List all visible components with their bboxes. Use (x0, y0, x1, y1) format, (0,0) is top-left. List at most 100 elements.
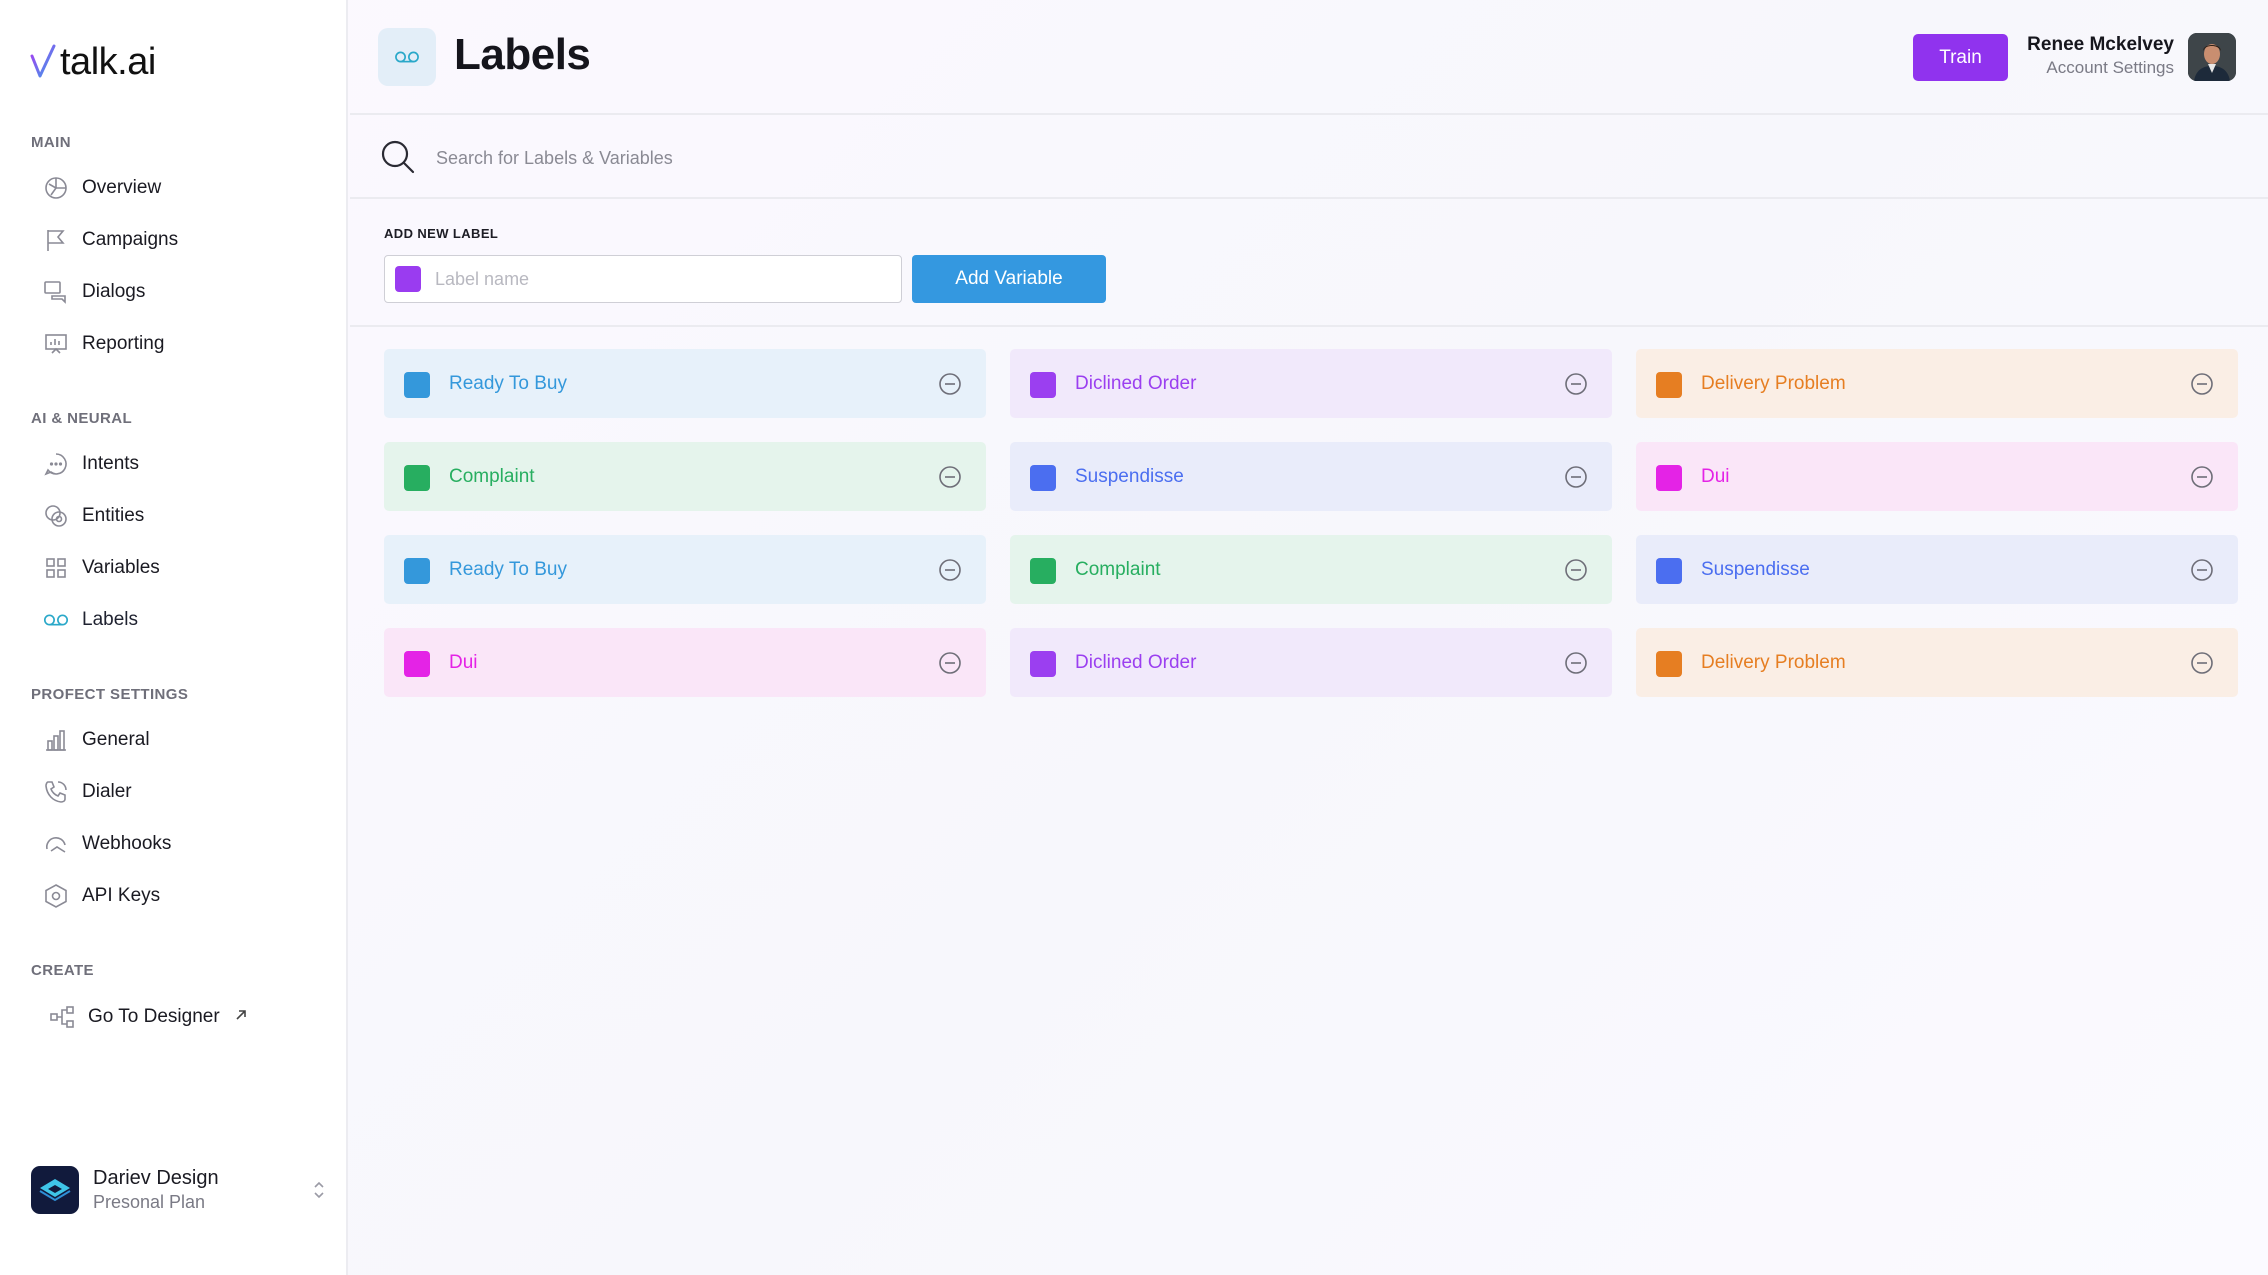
label-chip[interactable]: Ready To Buy (384, 535, 986, 604)
entities-icon (42, 502, 70, 530)
remove-circle-icon[interactable] (1564, 558, 1588, 582)
search-bar (350, 117, 2268, 199)
remove-circle-icon[interactable] (2190, 372, 2214, 396)
sidebar-item-reporting[interactable]: Reporting (42, 324, 164, 364)
pie-chart-icon (42, 174, 70, 202)
labels-grid: Ready To Buy Diclined Order Delivery Probl… (384, 349, 2238, 697)
label-color-picker[interactable] (395, 266, 421, 292)
sidebar-item-dialogs[interactable]: Dialogs (42, 272, 145, 312)
remove-circle-icon[interactable] (1564, 651, 1588, 675)
remove-circle-icon[interactable] (1564, 465, 1588, 489)
sidebar-item-api-keys[interactable]: API Keys (42, 876, 160, 916)
sidebar-item-overview[interactable]: Overview (42, 168, 161, 208)
workspace-logo (31, 1166, 79, 1214)
label-name: Dui (1701, 466, 1730, 487)
label-name: Complaint (449, 466, 535, 487)
label-chip[interactable]: Suspendisse (1010, 442, 1612, 511)
page-title: Labels (454, 30, 591, 79)
label-color-swatch (1656, 651, 1682, 677)
label-chip[interactable]: Delivery Problem (1636, 349, 2238, 418)
user-name[interactable]: Renee Mckelvey (2027, 34, 2174, 56)
label-name: Ready To Buy (449, 373, 567, 394)
label-chip[interactable]: Ready To Buy (384, 349, 986, 418)
workspace-switcher[interactable]: Dariev Design Presonal Plan (31, 1164, 327, 1216)
external-link-icon (234, 1006, 248, 1028)
sidebar-item-dialer[interactable]: Dialer (42, 772, 132, 812)
label-chip[interactable]: Diclined Order (1010, 628, 1612, 697)
sidebar-item-labels[interactable]: Labels (42, 600, 138, 640)
train-button[interactable]: Train (1913, 34, 2008, 81)
sidebar-item-intents[interactable]: Intents (42, 444, 139, 484)
label-name: Dui (449, 652, 478, 673)
label-name: Delivery Problem (1701, 373, 1846, 394)
label-chip[interactable]: Complaint (384, 442, 986, 511)
logo-mark-icon (30, 44, 56, 78)
logo[interactable]: talk.ai (30, 38, 156, 86)
label-chip[interactable]: Dui (384, 628, 986, 697)
sidebar-item-label: Webhooks (82, 833, 172, 854)
chat-dots-icon (42, 450, 70, 478)
label-color-swatch (1030, 372, 1056, 398)
remove-circle-icon[interactable] (1564, 372, 1588, 396)
sidebar-item-campaigns[interactable]: Campaigns (42, 220, 178, 260)
label-chip[interactable]: Dui (1636, 442, 2238, 511)
sidebar-item-go-to-designer[interactable]: Go To Designer (48, 997, 248, 1037)
label-color-swatch (404, 465, 430, 491)
label-color-swatch (404, 558, 430, 584)
label-name: Diclined Order (1075, 652, 1197, 673)
workspace-name: Dariev Design (93, 1167, 219, 1189)
label-color-swatch (1030, 465, 1056, 491)
sidebar-item-label: API Keys (82, 885, 161, 906)
sidebar-item-general[interactable]: General (42, 720, 150, 760)
remove-circle-icon[interactable] (2190, 651, 2214, 675)
top-header: Labels Train Renee Mckelvey Account Sett… (350, 0, 2268, 115)
label-chip[interactable]: Delivery Problem (1636, 628, 2238, 697)
sidebar-item-label: Dialogs (82, 281, 146, 302)
label-name-field[interactable] (384, 255, 902, 303)
webhook-icon (42, 830, 70, 858)
section-title-create: CREATE (31, 962, 94, 979)
sidebar-item-variables[interactable]: Variables (42, 548, 160, 588)
label-chip[interactable]: Diclined Order (1010, 349, 1612, 418)
label-color-swatch (404, 372, 430, 398)
chevron-up-down-icon[interactable] (311, 1178, 327, 1207)
grid-icon (42, 554, 70, 582)
account-settings-link[interactable]: Account Settings (2046, 58, 2174, 78)
label-color-swatch (1656, 465, 1682, 491)
workspace-plan: Presonal Plan (93, 1192, 206, 1212)
label-name-input[interactable] (435, 262, 885, 296)
label-color-swatch (1656, 558, 1682, 584)
sidebar-item-label: Variables (82, 557, 160, 578)
remove-circle-icon[interactable] (2190, 465, 2214, 489)
add-variable-button[interactable]: Add Variable (912, 255, 1106, 303)
flag-icon (42, 226, 70, 254)
label-color-swatch (1030, 558, 1056, 584)
label-chip[interactable]: Complaint (1010, 535, 1612, 604)
label-name: Delivery Problem (1701, 652, 1846, 673)
hexagon-icon (42, 882, 70, 910)
sidebar-item-label: Overview (82, 177, 162, 198)
label-name: Ready To Buy (449, 559, 567, 580)
label-color-swatch (404, 651, 430, 677)
remove-circle-icon[interactable] (938, 372, 962, 396)
bar-chart-icon (42, 726, 70, 754)
sidebar-item-label: Reporting (82, 333, 165, 354)
sidebar: talk.ai MAIN Overview Campaigns Dialogs … (0, 0, 348, 1275)
label-color-swatch (1030, 651, 1056, 677)
label-name: Suspendisse (1701, 559, 1810, 580)
label-chip[interactable]: Suspendisse (1636, 535, 2238, 604)
flow-icon (48, 1003, 76, 1031)
labels-page-icon (378, 28, 436, 86)
sidebar-item-entities[interactable]: Entities (42, 496, 144, 536)
remove-circle-icon[interactable] (938, 651, 962, 675)
sidebar-item-webhooks[interactable]: Webhooks (42, 824, 171, 864)
remove-circle-icon[interactable] (938, 465, 962, 489)
remove-circle-icon[interactable] (2190, 558, 2214, 582)
search-input[interactable] (436, 139, 1136, 177)
sidebar-item-label: Campaigns (82, 229, 179, 250)
search-icon[interactable] (380, 139, 416, 180)
avatar[interactable] (2188, 33, 2236, 81)
remove-circle-icon[interactable] (938, 558, 962, 582)
label-name: Diclined Order (1075, 373, 1197, 394)
section-title-ai-neural: AI & NEURAL (31, 410, 133, 427)
